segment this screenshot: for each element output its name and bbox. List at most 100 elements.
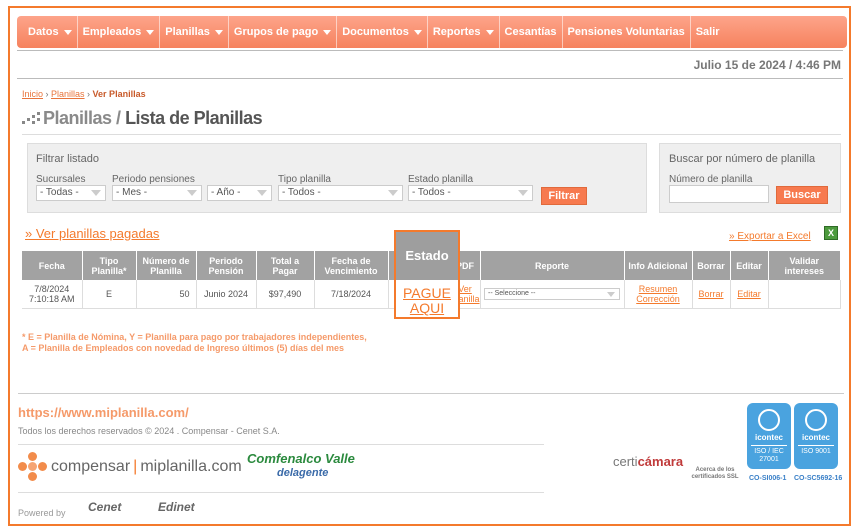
cell-total: $97,490 — [256, 280, 315, 309]
icontec-brand: icontec — [801, 433, 830, 442]
tipo-select[interactable]: - Todos - — [278, 185, 403, 201]
edinet-logo: Edinet — [158, 500, 195, 514]
nav-item-label: Planillas — [165, 26, 210, 38]
divider — [18, 492, 544, 493]
cell-fecha: 7/8/2024 7:10:18 AM — [22, 280, 83, 309]
cell-reporte: -- Seleccione -- — [480, 280, 625, 309]
borrar-link[interactable]: Borrar — [692, 280, 731, 309]
mes-select[interactable]: - Mes - — [112, 185, 202, 201]
cell-tipo: E — [82, 280, 137, 309]
divider — [17, 78, 843, 79]
nav-item-label: Cesantías — [504, 26, 557, 38]
cenet-logo: Cenet — [88, 500, 122, 514]
divider — [22, 134, 841, 135]
divider — [18, 393, 844, 394]
dotted-arrow-icon — [22, 111, 40, 126]
compensar-text: compensar — [51, 458, 131, 475]
ver-planillas-pagadas-link[interactable]: » Ver planillas pagadas — [25, 226, 159, 241]
anio-select[interactable]: - Año - — [207, 185, 272, 201]
editar-link[interactable]: Editar — [730, 280, 769, 309]
ssl-note[interactable]: Acerca de los certificados SSL — [685, 467, 745, 481]
caret-down-icon — [413, 29, 422, 35]
resumen-correccion-link[interactable]: Resumen Corrección — [624, 280, 693, 309]
miplanilla-text: miplanilla.com — [140, 458, 242, 475]
search-panel: Buscar por número de planilla Número de … — [659, 143, 841, 213]
chevron-down-icon — [518, 190, 528, 196]
nav-item-salir[interactable]: Salir — [691, 16, 725, 48]
breadcrumb-current: Ver Planillas — [92, 89, 146, 99]
caret-down-icon — [146, 29, 155, 35]
column-header: Fecha — [22, 251, 83, 280]
comfenalco-text: Comfenalco Valle — [247, 451, 355, 466]
estado-select[interactable]: - Todos - — [408, 185, 533, 201]
column-header: Fecha de Vencimiento — [314, 251, 389, 280]
breadcrumb-planillas-link[interactable]: Planillas — [51, 89, 85, 99]
sucursales-select[interactable]: - Todas - — [36, 185, 106, 201]
icontec-badge-27001: icontec ISO / IEC 27001 — [747, 403, 791, 469]
page-title: Planillas / Lista de Planillas — [22, 108, 263, 129]
caret-down-icon — [63, 29, 72, 35]
chevron-down-icon — [257, 190, 267, 196]
legend-line-2: A = Planilla de Empleados con novedad de… — [22, 343, 345, 353]
caret-down-icon — [323, 29, 332, 35]
nav-item-label: Reportes — [432, 26, 481, 38]
nav-item-planillas[interactable]: Planillas — [160, 16, 229, 48]
icontec-badge-9001: icontec ISO 9001 — [794, 403, 838, 469]
compensar-logo: compensar | miplanilla.com — [18, 452, 242, 482]
icontec-standard: ISO / IEC 27001 — [751, 445, 787, 464]
column-header: Número de Planilla — [136, 251, 197, 280]
chevron-down-icon — [388, 190, 398, 196]
comfenalco-logo: Comfenalco Valle delagente — [247, 452, 355, 480]
breadcrumb-home-link[interactable]: Inicio — [22, 89, 43, 99]
chevron-down-icon — [187, 190, 197, 196]
icontec-icon — [758, 409, 780, 431]
icontec-standard: ISO 9001 — [798, 445, 834, 456]
nav-item-empleados[interactable]: Empleados — [78, 16, 161, 48]
breadcrumb: Inicio › Planillas › Ver Planillas — [22, 89, 146, 99]
pague-aqui-link[interactable]: PAGUE AQUI — [396, 286, 458, 316]
filtrar-button[interactable]: Filtrar — [541, 187, 587, 205]
cell-vencimiento: 7/18/2024 — [314, 280, 389, 309]
certicamara-logo: certicámara — [613, 454, 683, 469]
icontec-icon — [805, 409, 827, 431]
cert-code-2: CO-SC5692-16 — [794, 475, 843, 482]
column-header: Reporte — [480, 251, 625, 280]
icontec-brand: icontec — [754, 433, 783, 442]
excel-icon[interactable]: X — [824, 226, 838, 240]
cell-numero: 50 — [136, 280, 197, 309]
nav-item-datos[interactable]: Datos — [23, 16, 78, 48]
column-header: Tipo Planilla* — [82, 251, 137, 280]
cell-periodo: Junio 2024 — [196, 280, 257, 309]
nav-item-label: Salir — [695, 26, 720, 38]
footer-url[interactable]: https://www.miplanilla.com/ — [18, 405, 189, 420]
column-header: Periodo Pensión — [196, 251, 257, 280]
caret-down-icon — [214, 29, 223, 35]
search-label: Número de planilla — [669, 174, 753, 185]
delagente-text: delagente — [277, 467, 329, 479]
page-title-prefix: Planillas / — [43, 108, 121, 128]
column-header: Editar — [730, 251, 769, 280]
nav-item-documentos[interactable]: Documentos — [337, 16, 428, 48]
search-title: Buscar por número de planilla — [669, 153, 816, 165]
reporte-select[interactable]: -- Seleccione -- — [484, 288, 621, 301]
nav-item-pensiones-voluntarias[interactable]: Pensiones Voluntarias — [563, 16, 691, 48]
page-title-main: Lista de Planillas — [125, 108, 263, 128]
exportar-excel-link[interactable]: » Exportar a Excel — [729, 231, 811, 242]
nav-item-label: Grupos de pago — [233, 26, 319, 38]
compensar-dots-icon — [18, 452, 48, 482]
column-header: Validar intereses — [768, 251, 842, 280]
cell-validar — [768, 280, 842, 309]
nav-item-reportes[interactable]: Reportes — [428, 16, 500, 48]
planilla-number-input[interactable] — [669, 185, 769, 203]
chevron-down-icon — [91, 190, 101, 196]
periodo-label: Periodo pensiones — [112, 174, 195, 185]
nav-item-label: Pensiones Voluntarias — [567, 26, 685, 38]
estado-header: Estado — [396, 232, 458, 280]
estado-label: Estado planilla — [408, 174, 474, 185]
nav-item-cesant-as[interactable]: Cesantías — [500, 16, 563, 48]
nav-item-grupos-de-pago[interactable]: Grupos de pago — [229, 16, 338, 48]
column-header: Info Adicional — [624, 251, 693, 280]
legend-note: * E = Planilla de Nómina, Y = Planilla p… — [22, 332, 367, 354]
buscar-button[interactable]: Buscar — [776, 186, 828, 204]
nav-item-label: Empleados — [82, 26, 142, 38]
